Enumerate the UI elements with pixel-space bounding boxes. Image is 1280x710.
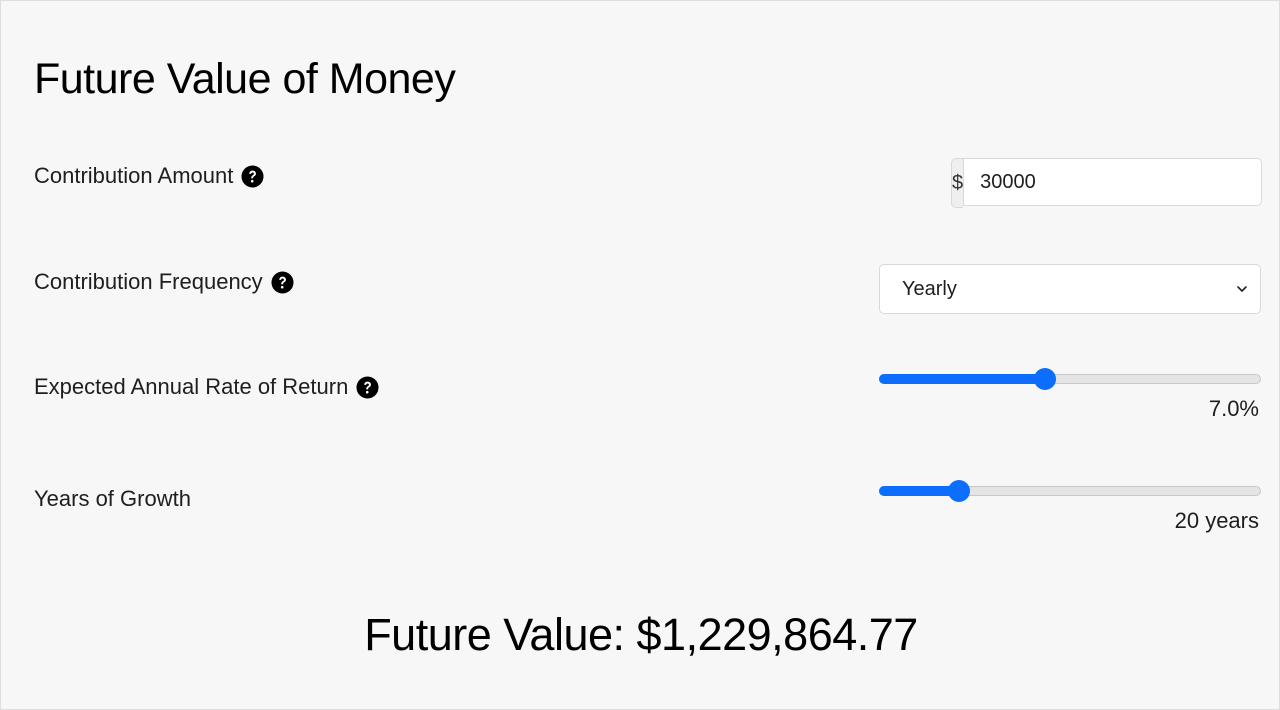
contribution-amount-label-group: Contribution Amount: [34, 163, 264, 189]
future-value-result: Future Value: $1,229,864.77: [1, 609, 1280, 661]
slider-fill: [879, 374, 1046, 384]
question-circle-icon[interactable]: [356, 375, 379, 399]
rate-of-return-value: 7.0%: [1208, 396, 1259, 421]
years-of-growth-label-group: Years of Growth: [34, 486, 191, 512]
contribution-amount-label: Contribution Amount: [34, 163, 234, 188]
rate-of-return-slider[interactable]: [879, 368, 1261, 390]
currency-addon: $: [951, 158, 964, 208]
slider-fill: [879, 486, 960, 496]
contribution-frequency-select[interactable]: Yearly: [879, 264, 1261, 314]
years-of-growth-slider[interactable]: [879, 480, 1261, 502]
rate-of-return-label: Expected Annual Rate of Return: [34, 374, 349, 399]
chevron-down-icon: [1237, 286, 1247, 292]
question-circle-icon[interactable]: [271, 270, 294, 294]
years-of-growth-value: 20 years: [1174, 508, 1259, 533]
question-circle-icon[interactable]: [241, 164, 264, 188]
contribution-amount-input[interactable]: [963, 158, 1263, 206]
contribution-frequency-label-group: Contribution Frequency: [34, 269, 294, 295]
future-value-amount: $1,229,864.77: [636, 609, 919, 660]
slider-thumb[interactable]: [948, 480, 971, 502]
contribution-amount-input-group: $: [951, 158, 1263, 208]
calculator-panel: Future Value of Money Contribution Amoun…: [0, 0, 1280, 710]
rate-of-return-label-group: Expected Annual Rate of Return: [34, 374, 379, 400]
future-value-label: Future Value:: [364, 609, 625, 660]
page-title: Future Value of Money: [34, 55, 456, 103]
frequency-selected-value: Yearly: [902, 277, 957, 300]
slider-thumb[interactable]: [1034, 368, 1057, 390]
contribution-frequency-label: Contribution Frequency: [34, 269, 263, 294]
years-of-growth-label: Years of Growth: [34, 486, 191, 511]
